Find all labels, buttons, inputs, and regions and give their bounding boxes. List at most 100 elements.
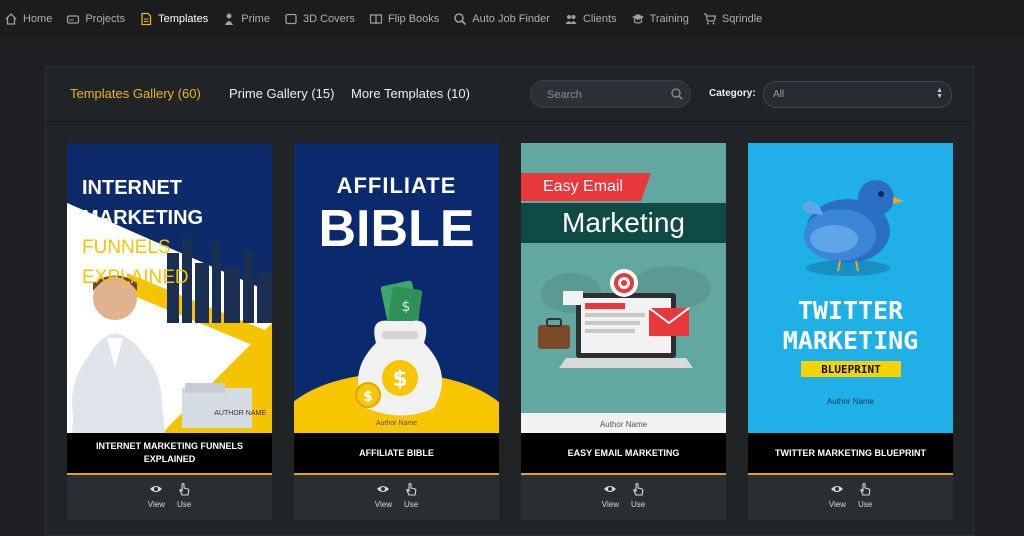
prime-icon <box>225 13 234 25</box>
use-label: Use <box>857 500 873 509</box>
tab-more-templates[interactable]: More Templates (10) <box>351 86 470 101</box>
card-actions: View Use <box>294 478 499 518</box>
nav-sqrindle[interactable]: Sqrindle <box>703 12 762 26</box>
home-icon <box>5 13 17 25</box>
cover-author: Author Name <box>599 420 648 429</box>
view-label: View <box>374 500 392 509</box>
use-button[interactable]: Use <box>404 478 418 518</box>
clients-icon <box>565 15 577 24</box>
template-card[interactable]: Easy Email Marketing Author Name EASY EM… <box>521 143 726 520</box>
nav-3d-covers[interactable]: 3D Covers <box>284 12 355 26</box>
divider <box>67 473 272 475</box>
cover-title: INTERNET MARKETING FUNNELS EXPLAINED <box>82 173 272 293</box>
nav-label: Home <box>23 13 53 25</box>
template-title: TWITTER MARKETING BLUEPRINT <box>748 433 953 473</box>
eye-icon <box>377 486 390 492</box>
template-title: AFFILIATE BIBLE <box>294 433 499 473</box>
template-title: EASY EMAIL MARKETING <box>521 433 726 473</box>
template-title: INTERNET MARKETING FUNNELS EXPLAINED <box>67 433 272 473</box>
hand-pointer-icon <box>406 482 417 496</box>
nav-prime[interactable]: Prime <box>222 12 270 26</box>
search-icon <box>454 13 467 26</box>
use-label: Use <box>176 500 192 509</box>
template-cover[interactable]: TWITTER MARKETING BLUEPRINT Author Name <box>748 143 953 433</box>
use-button[interactable]: Use <box>631 478 645 518</box>
category-label: Category: <box>709 88 756 99</box>
nav-label: Flip Books <box>387 13 440 25</box>
cover-line: FUNNELS EXPLAINED <box>82 237 189 288</box>
card-actions: View Use <box>521 478 726 518</box>
nav-projects[interactable]: Projects <box>66 12 125 26</box>
cover-line: MARKETING <box>82 207 204 229</box>
gallery-panel: Templates Gallery (60) Prime Gallery (15… <box>45 66 974 536</box>
search-icon[interactable] <box>670 87 684 101</box>
eye-icon <box>831 486 844 492</box>
use-label: Use <box>403 500 419 509</box>
view-label: View <box>828 500 846 509</box>
template-card[interactable]: $ $ $ AFFILIATE BIBLE Author Name AFFILI… <box>294 143 499 520</box>
nav-clients[interactable]: Clients <box>564 12 617 26</box>
view-button[interactable]: View <box>375 478 392 518</box>
nav-auto-job-finder[interactable]: Auto Job Finder <box>453 12 550 26</box>
hand-pointer-icon <box>179 482 190 496</box>
svg-text:$: $ <box>392 367 407 392</box>
gallery-header: Templates Gallery (60) Prime Gallery (15… <box>46 67 973 122</box>
nav-label: Clients <box>582 13 617 25</box>
view-button[interactable]: View <box>829 478 846 518</box>
template-cover[interactable]: INTERNET MARKETING FUNNELS EXPLAINED AUT… <box>67 143 272 433</box>
tab-prime-gallery[interactable]: Prime Gallery (15) <box>229 86 334 101</box>
svg-text:$: $ <box>363 389 373 405</box>
drive-icon <box>67 15 80 24</box>
hand-pointer-icon <box>860 482 871 496</box>
cover-author: AUTHOR NAME <box>214 410 266 417</box>
cover-title: AFFILIATE BIBLE <box>294 173 499 259</box>
nav-label: Templates <box>158 13 209 25</box>
cover-line: Easy Email <box>543 178 624 195</box>
tab-templates-gallery[interactable]: Templates Gallery (60) <box>70 86 201 101</box>
nav-label: Sqrindle <box>721 13 763 25</box>
book-icon <box>369 14 383 25</box>
template-card[interactable]: INTERNET MARKETING FUNNELS EXPLAINED AUT… <box>67 143 272 520</box>
divider <box>748 473 953 475</box>
hand-pointer-icon <box>633 482 644 496</box>
nav-home[interactable]: Home <box>4 12 52 26</box>
document-icon <box>141 12 152 26</box>
select-arrows-icon: ▲ ▼ <box>936 87 943 100</box>
svg-text:$: $ <box>402 299 411 315</box>
nav-label: Training <box>649 13 689 25</box>
cover-line: INTERNET <box>82 177 182 199</box>
cover-line: Marketing <box>562 207 685 238</box>
template-cover[interactable]: $ $ $ AFFILIATE BIBLE Author Name <box>294 143 499 433</box>
card-actions: View Use <box>67 478 272 518</box>
search-input[interactable] <box>545 88 669 102</box>
top-nav: Home Projects Templates Prime 3D Covers … <box>0 0 1024 38</box>
search-box <box>530 80 691 108</box>
nav-label: Auto Job Finder <box>472 13 550 25</box>
view-button[interactable]: View <box>148 478 165 518</box>
use-label: Use <box>630 500 646 509</box>
training-icon <box>631 14 644 24</box>
cover-line: BIBLE <box>318 200 475 258</box>
nav-label: Projects <box>85 13 126 25</box>
nav-label: Prime <box>241 13 270 25</box>
template-cover[interactable]: Easy Email Marketing Author Name <box>521 143 726 433</box>
category-select[interactable]: All ▲ ▼ <box>763 81 952 108</box>
cover-title: TWITTER MARKETING <box>748 296 953 356</box>
cover-author: Author Name <box>826 397 875 406</box>
divider <box>294 473 499 475</box>
view-button[interactable]: View <box>602 478 619 518</box>
nav-templates[interactable]: Templates <box>139 12 208 26</box>
nav-flip-books[interactable]: Flip Books <box>369 12 439 26</box>
view-label: View <box>147 500 165 509</box>
eye-icon <box>604 486 617 492</box>
use-button[interactable]: Use <box>858 478 872 518</box>
view-label: View <box>601 500 619 509</box>
divider <box>521 473 726 475</box>
cover-art <box>748 143 953 433</box>
cover-line: TWITTER <box>797 296 904 325</box>
cover-icon <box>285 13 297 25</box>
template-card[interactable]: TWITTER MARKETING BLUEPRINT Author Name … <box>748 143 953 520</box>
use-button[interactable]: Use <box>177 478 191 518</box>
nav-training[interactable]: Training <box>631 12 689 26</box>
cover-line: BLUEPRINT <box>821 363 881 376</box>
